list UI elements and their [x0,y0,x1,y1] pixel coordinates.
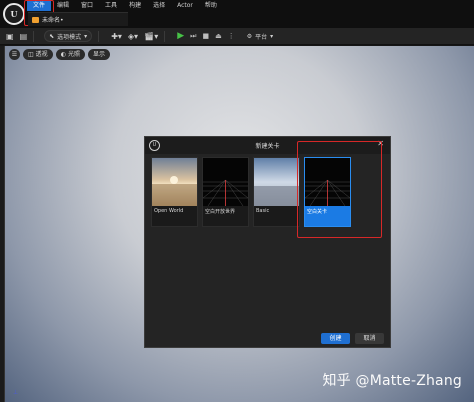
show-label: 显示 [92,51,105,58]
grid-thumbnail [203,158,248,206]
lit-label: 光照 [67,51,80,58]
blueprint-icon[interactable]: ◈▾ [128,28,138,45]
viewport-toolbar: ☰ ◫ 透视 ◐ 光照 显示 [9,49,110,60]
mode-label: 选项模式 [57,33,82,41]
chevron-down-icon: ▾ [84,32,88,40]
viewport-menu-icon[interactable]: ☰ [9,49,20,60]
basic-thumbnail [254,158,299,206]
template-open-world[interactable]: Open World [151,157,198,227]
level-tab-label: 未命名• [42,17,64,24]
stop-icon[interactable]: ■ [202,32,209,40]
watermark: 知乎 @Matte-Zhang [322,373,462,389]
toolbar-divider [164,30,166,42]
cancel-button[interactable]: 取消 [355,333,384,344]
template-label: Basic [256,208,270,214]
menu-bar: 文件 编辑 窗口 工具 构建 选择 Actor 帮助 [27,0,223,11]
select-mode-icon: ⬉ [49,32,55,40]
new-level-dialog: U 新建关卡 ✕ Open World 空白开放世界 Basic 空白关卡 创建… [144,136,391,348]
create-button[interactable]: 创建 [321,333,350,344]
skip-forward-icon[interactable]: ⏭︎ [190,32,196,41]
perspective-label: 透视 [35,51,48,58]
toolbar-divider [98,30,100,42]
menu-help[interactable]: 帮助 [199,0,223,11]
platform-label: 平台 [255,33,268,41]
annotation-highlight-empty-level [297,141,382,238]
mode-selector-button[interactable]: ⬉ 选项模式 ▾ [44,30,93,42]
platform-icon: ⚙ [246,32,253,40]
lit-button[interactable]: ◐ 光照 [55,49,85,60]
template-empty-open-world[interactable]: 空白开放世界 [202,157,249,227]
level-icon [32,16,39,23]
toolbar-divider [33,30,35,42]
level-tab[interactable]: 未命名• [28,12,128,26]
menu-build[interactable]: 构建 [123,0,147,11]
platforms-button[interactable]: ⚙ 平台 ▾ [247,32,273,41]
perspective-button[interactable]: ◫ 透视 [23,49,53,60]
chevron-down-icon: ▾ [270,32,274,40]
eject-icon[interactable]: ⏏︎ [215,32,222,40]
axis-gizmo-icon: ⊥ [13,389,19,396]
menu-select[interactable]: 选择 [147,0,171,11]
main-toolbar: ▣ ▤ ⬉ 选项模式 ▾ ✚▾ ◈▾ 🎬︎▾ ▶ ⏭︎ ■ ⏏︎ ⋮ ⚙ 平台 … [0,28,474,45]
unreal-logo-icon[interactable]: U [3,3,25,25]
menu-tools[interactable]: 工具 [99,0,123,11]
menu-actor[interactable]: Actor [171,0,199,11]
template-label: Open World [154,208,184,214]
cinematics-icon[interactable]: 🎬︎▾ [144,28,158,45]
more-options-icon[interactable]: ⋮ [228,32,235,40]
add-actor-icon[interactable]: ✚▾ [111,28,122,45]
template-basic[interactable]: Basic [253,157,300,227]
save-icon[interactable]: ▣ [6,28,14,45]
title-bar: U 文件 编辑 窗口 工具 构建 选择 Actor 帮助 未命名• [0,0,474,28]
menu-edit[interactable]: 编辑 [51,0,75,11]
dialog-footer: 创建 取消 [145,330,390,347]
lit-icon: ◐ [60,51,66,58]
perspective-icon: ◫ [28,51,34,58]
show-button[interactable]: 显示 [87,49,110,60]
content-browser-icon[interactable]: ▤ [20,28,28,45]
play-icon[interactable]: ▶ [177,31,184,41]
template-label: 空白开放世界 [205,209,236,215]
open-world-thumbnail [152,158,197,206]
menu-window[interactable]: 窗口 [75,0,99,11]
